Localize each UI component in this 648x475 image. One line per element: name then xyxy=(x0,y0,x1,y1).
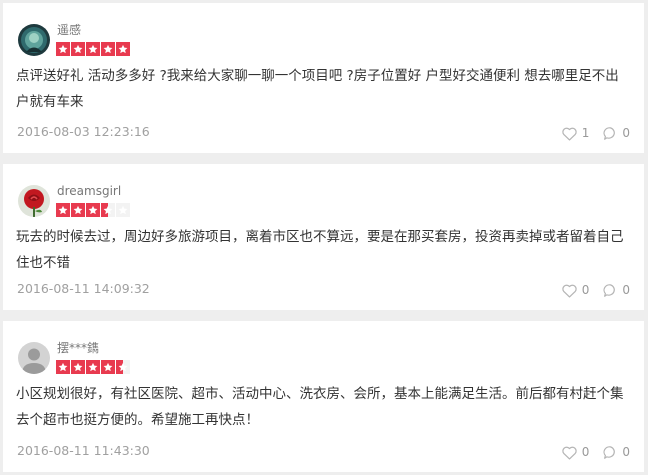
star-icon xyxy=(71,203,85,217)
avatar[interactable] xyxy=(18,342,50,374)
like-count: 1 xyxy=(581,126,590,140)
review-text: 玩去的时候去过，周边好多旅游项目，离着市区也不算远，要是在那买套房，投资再卖掉或… xyxy=(16,229,624,271)
comment-bubble-icon xyxy=(603,283,618,298)
username[interactable]: 摆***鐫 xyxy=(57,341,99,355)
star-icon xyxy=(116,203,130,217)
avatar[interactable] xyxy=(18,24,50,56)
star-rating xyxy=(56,203,131,217)
review-date: 2016-08-11 14:09:32 xyxy=(17,281,150,296)
comment-count: 0 xyxy=(622,283,630,297)
review-actions: 1 0 xyxy=(547,125,630,141)
star-icon xyxy=(116,360,130,374)
star-icon xyxy=(86,360,100,374)
like-button[interactable]: 0 xyxy=(561,444,590,460)
heart-icon xyxy=(561,126,578,141)
star-icon xyxy=(56,42,70,56)
heart-icon xyxy=(561,445,578,460)
comment-button[interactable]: 0 xyxy=(603,125,630,141)
username[interactable]: 遥感 xyxy=(57,23,81,37)
portrait-avatar-image xyxy=(18,24,50,56)
comment-button[interactable]: 0 xyxy=(603,282,630,298)
star-icon xyxy=(101,42,115,56)
review-text: 小区规划很好，有社区医院、超市、活动中心、洗衣房、会所，基本上能满足生活。前后都… xyxy=(16,386,624,428)
default-user-avatar-image xyxy=(18,342,50,374)
comment-bubble-icon xyxy=(603,126,618,141)
like-button[interactable]: 0 xyxy=(561,282,590,298)
like-count: 0 xyxy=(581,445,590,459)
review-card: 摆***鐫 小区规划很好，有社区医院、超市、活动中心、洗衣房、会所，基本上能满足… xyxy=(3,321,644,472)
heart-icon xyxy=(561,283,578,298)
review-actions: 0 0 xyxy=(547,282,630,298)
star-icon xyxy=(56,203,70,217)
comment-button[interactable]: 0 xyxy=(603,444,630,460)
review-date: 2016-08-11 11:43:30 xyxy=(17,443,150,458)
comment-count: 0 xyxy=(622,126,630,140)
review-card: 遥感 点评送好礼 活动多多好 ?我来给大家聊一聊一个项目吧 ?房子位置好 户型好… xyxy=(3,3,644,153)
review-feed: 遥感 点评送好礼 活动多多好 ?我来给大家聊一聊一个项目吧 ?房子位置好 户型好… xyxy=(0,0,648,475)
star-icon xyxy=(71,42,85,56)
star-icon xyxy=(86,42,100,56)
star-icon xyxy=(86,203,100,217)
review-actions: 0 0 xyxy=(547,444,630,460)
star-rating xyxy=(56,360,131,374)
username[interactable]: dreamsgirl xyxy=(57,184,121,198)
comment-bubble-icon xyxy=(603,445,618,460)
review-text: 点评送好礼 活动多多好 ?我来给大家聊一聊一个项目吧 ?房子位置好 户型好交通便… xyxy=(16,68,619,110)
star-icon xyxy=(56,360,70,374)
star-icon xyxy=(116,42,130,56)
star-icon xyxy=(101,203,115,217)
star-icon xyxy=(71,360,85,374)
rose-avatar-image xyxy=(18,185,50,217)
avatar[interactable] xyxy=(18,185,50,217)
review-card: dreamsgirl 玩去的时候去过，周边好多旅游项目，离着市区也不算远，要是在… xyxy=(3,164,644,310)
star-rating xyxy=(56,42,131,56)
star-icon xyxy=(101,360,115,374)
like-button[interactable]: 1 xyxy=(561,125,590,141)
like-count: 0 xyxy=(581,283,590,297)
review-date: 2016-08-03 12:23:16 xyxy=(17,124,150,139)
comment-count: 0 xyxy=(622,445,630,459)
